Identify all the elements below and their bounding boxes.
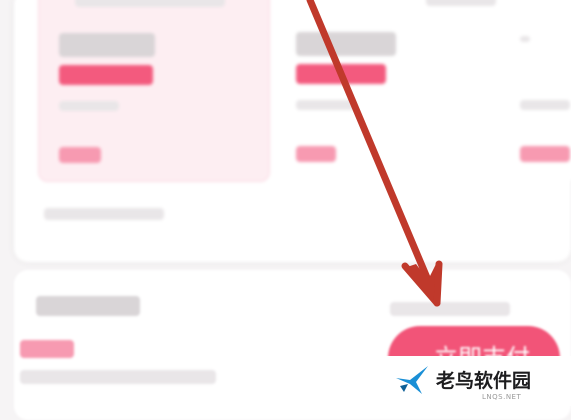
plan-note-placeholder [59,101,119,111]
plan-option[interactable] [276,0,506,180]
plan-discount-badge [59,65,153,85]
bird-icon [396,366,428,394]
plan-footnote-placeholder [44,208,164,220]
plan-discount-badge [296,64,386,84]
plan-tag [520,146,570,162]
agreement-text-placeholder [20,370,216,384]
payment-detail-link-placeholder[interactable] [390,302,510,316]
watermark-domain: LNQS.NET [482,393,522,401]
plan-tag [59,147,101,163]
plan-note-placeholder [520,100,570,110]
agreement-checkbox-placeholder[interactable] [20,340,74,358]
plan-note-placeholder [296,100,356,110]
watermark: 老鸟软件园 LNQS.NET [370,356,571,406]
plan-price-placeholder [296,32,396,56]
plan-price-placeholder [59,33,155,57]
plan-selection-card [14,0,571,262]
watermark-brand: 老鸟软件园 [436,370,532,392]
payment-amount-placeholder [36,296,140,316]
plan-price-placeholder [520,36,530,42]
plan-tag [296,146,336,162]
plan-title-placeholder [75,0,225,7]
plan-title-placeholder [426,0,496,6]
plan-option-partial[interactable] [510,0,571,180]
plan-option-selected[interactable] [38,0,270,182]
